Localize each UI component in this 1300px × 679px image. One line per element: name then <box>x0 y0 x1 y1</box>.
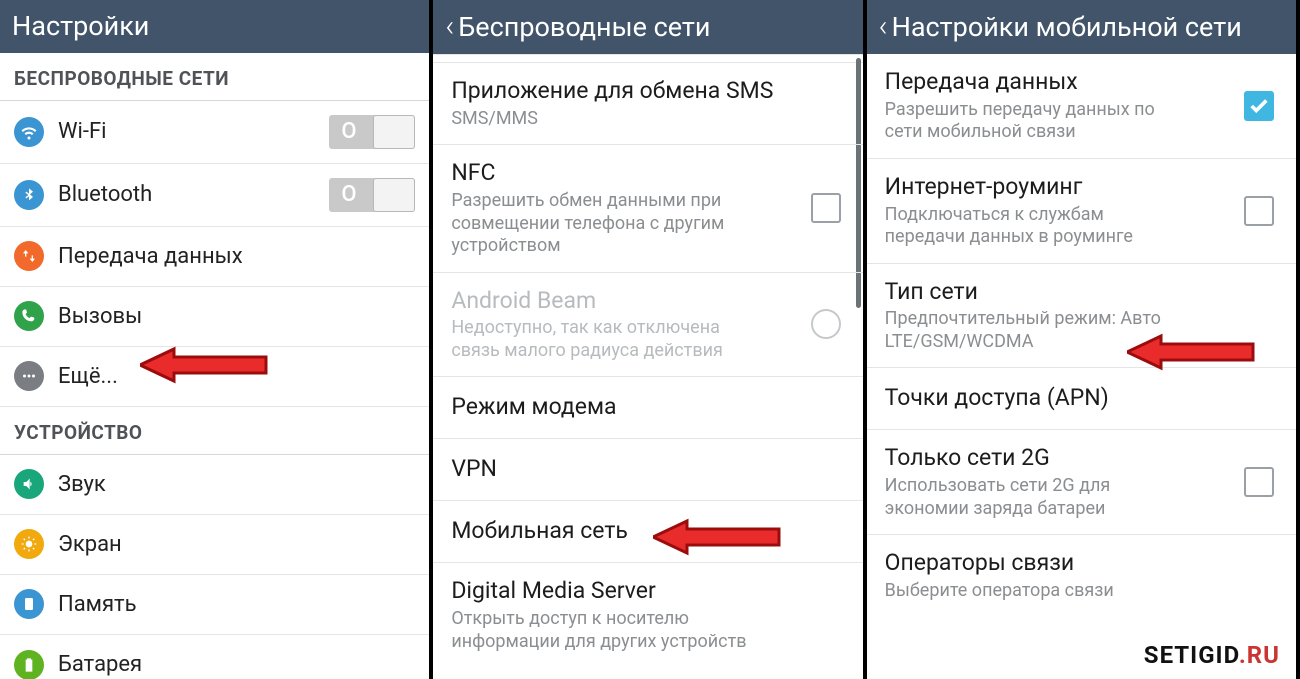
data-label: Передача данных <box>58 244 415 269</box>
header-title: Настройки мобильной сети <box>892 11 1242 43</box>
section-device: УСТРОЙСТВО <box>0 407 429 455</box>
p3-data-title: Передача данных <box>885 68 1278 97</box>
tether-title: Режим модема <box>451 393 844 422</box>
only2g-title: Только сети 2G <box>885 444 1278 473</box>
battery-label: Батарея <box>58 652 415 677</box>
ops-title: Операторы связи <box>885 549 1278 578</box>
watermark-text: SETIGID <box>1144 641 1239 669</box>
header-title: Беспроводные сети <box>458 11 710 43</box>
memory-label: Память <box>58 592 415 617</box>
settings-list: БЕСПРОВОДНЫЕ СЕТИ Wi-Fi O Bluetooth O <box>0 53 429 679</box>
switch-knob <box>373 178 415 212</box>
nfc-checkbox[interactable] <box>811 193 841 223</box>
nfc-title: NFC <box>451 159 844 188</box>
header-mobile-net[interactable]: ‹ Настройки мобильной сети <box>867 0 1296 54</box>
bluetooth-switch[interactable]: O <box>329 178 415 212</box>
wifi-icon <box>14 117 44 147</box>
header-settings: Настройки <box>0 0 429 53</box>
row-wifi[interactable]: Wi-Fi O <box>0 101 429 164</box>
switch-knob <box>373 115 415 149</box>
back-icon[interactable]: ‹ <box>445 12 454 42</box>
phone-icon <box>14 301 44 331</box>
nettype-sub: Предпочтительный режим: Авто LTE/GSM/WCD… <box>885 308 1205 353</box>
row-apn[interactable]: Точки доступа (APN) <box>867 368 1296 430</box>
data-icon <box>14 241 44 271</box>
watermark-suffix: .RU <box>1239 641 1280 669</box>
sound-label: Звук <box>58 472 415 497</box>
row-network-type[interactable]: Тип сети Предпочтительный режим: Авто LT… <box>867 264 1296 369</box>
header-title: Настройки <box>12 10 149 42</box>
beam-title: Android Beam <box>451 287 844 316</box>
p3-data-sub: Разрешить передачу данных по сети мобиль… <box>885 99 1185 144</box>
wifi-switch[interactable]: O <box>329 115 415 149</box>
row-sms-app[interactable]: Приложение для обмена SMS SMS/MMS <box>433 63 862 145</box>
row-memory[interactable]: Память <box>0 575 429 635</box>
row-mobile-network[interactable]: Мобильная сеть <box>433 501 862 563</box>
row-only-2g[interactable]: Только сети 2G Использовать сети 2G для … <box>867 430 1296 535</box>
mobile-title: Мобильная сеть <box>451 517 844 546</box>
sms-sub: SMS/MMS <box>451 108 771 131</box>
row-battery[interactable]: Батарея <box>0 635 429 679</box>
row-calls[interactable]: Вызовы <box>0 287 429 347</box>
row-tethering[interactable]: Режим модема <box>433 377 862 439</box>
wireless-list: Приложение для обмена SMS SMS/MMS NFC Ра… <box>433 54 862 679</box>
row-data-transfer[interactable]: Передача данных Разрешить передачу данны… <box>867 54 1296 159</box>
apn-title: Точки доступа (APN) <box>885 384 1278 413</box>
data-checkbox-on[interactable] <box>1244 91 1274 121</box>
panel-wireless: ‹ Беспроводные сети Приложение для обмен… <box>433 0 866 679</box>
beam-radio <box>811 309 841 339</box>
roaming-sub: Подключаться к службам передачи данных в… <box>885 204 1185 249</box>
row-more[interactable]: Ещё... <box>0 347 429 407</box>
bluetooth-icon <box>14 180 44 210</box>
panel-mobile-network-settings: ‹ Настройки мобильной сети Передача данн… <box>867 0 1300 679</box>
nettype-title: Тип сети <box>885 278 1278 307</box>
more-icon <box>14 361 44 391</box>
dms-title: Digital Media Server <box>451 577 844 606</box>
row-sound[interactable]: Звук <box>0 455 429 515</box>
battery-icon <box>14 650 44 679</box>
row-vpn[interactable]: VPN <box>433 439 862 501</box>
row-nfc[interactable]: NFC Разрешить обмен данными при совмещен… <box>433 145 862 272</box>
mobile-net-list: Передача данных Разрешить передачу данны… <box>867 54 1296 679</box>
row-bluetooth[interactable]: Bluetooth O <box>0 164 429 227</box>
header-wireless[interactable]: ‹ Беспроводные сети <box>433 0 862 54</box>
calls-label: Вызовы <box>58 304 415 329</box>
row-operators[interactable]: Операторы связи Выберите оператора связи <box>867 535 1296 616</box>
bluetooth-label: Bluetooth <box>58 182 329 207</box>
vpn-title: VPN <box>451 455 844 484</box>
nfc-sub: Разрешить обмен данными при совмещении т… <box>451 190 771 258</box>
display-icon <box>14 529 44 559</box>
row-data[interactable]: Передача данных <box>0 227 429 287</box>
watermark: SETIGID.RU <box>1144 641 1280 669</box>
wifi-label: Wi-Fi <box>58 119 329 144</box>
beam-sub: Недоступно, так как отключена связь мало… <box>451 317 771 362</box>
ops-sub: Выберите оператора связи <box>885 580 1205 603</box>
back-icon[interactable]: ‹ <box>879 12 888 42</box>
row-roaming[interactable]: Интернет-роуминг Подключаться к службам … <box>867 159 1296 264</box>
row-android-beam: Android Beam Недоступно, так как отключе… <box>433 273 862 378</box>
memory-icon <box>14 589 44 619</box>
panel-settings: Настройки БЕСПРОВОДНЫЕ СЕТИ Wi-Fi O Blue… <box>0 0 433 679</box>
more-label: Ещё... <box>58 364 415 389</box>
row-dms[interactable]: Digital Media Server Открыть доступ к но… <box>433 563 862 667</box>
sound-icon <box>14 469 44 499</box>
only2g-sub: Использовать сети 2G для экономии заряда… <box>885 475 1185 520</box>
section-wireless: БЕСПРОВОДНЫЕ СЕТИ <box>0 53 429 101</box>
sms-title: Приложение для обмена SMS <box>451 77 844 106</box>
roaming-checkbox[interactable] <box>1244 196 1274 226</box>
display-label: Экран <box>58 532 415 557</box>
row-display[interactable]: Экран <box>0 515 429 575</box>
dms-sub: Открыть доступ к носителю информации для… <box>451 608 771 653</box>
roaming-title: Интернет-роуминг <box>885 173 1278 202</box>
only2g-checkbox[interactable] <box>1244 467 1274 497</box>
